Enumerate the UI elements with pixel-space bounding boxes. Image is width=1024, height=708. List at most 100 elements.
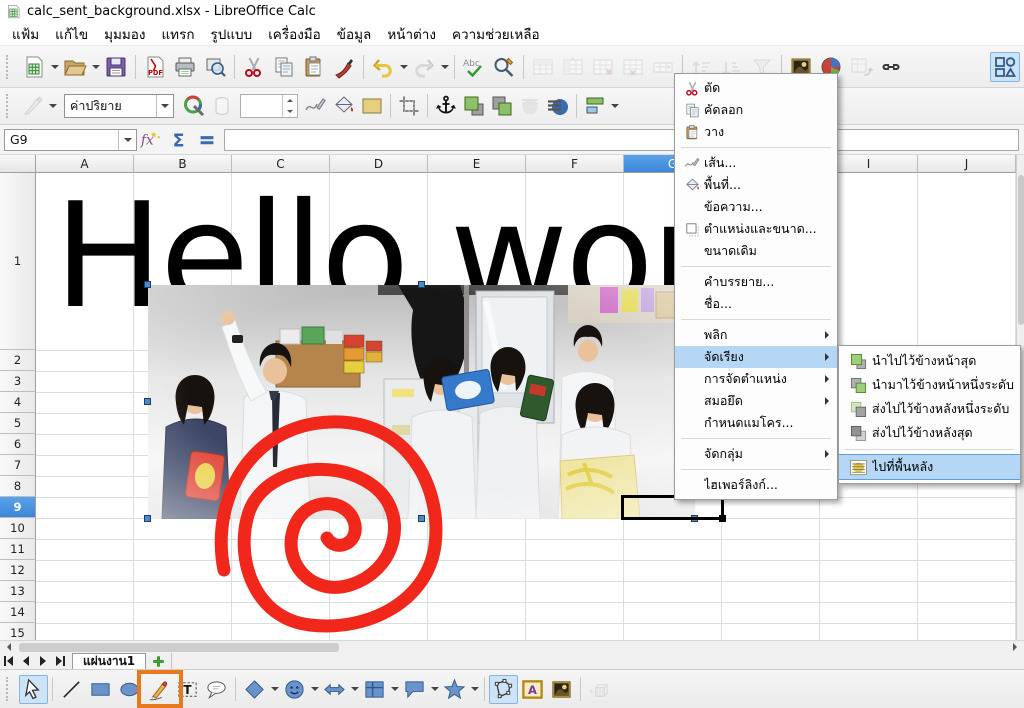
extrusion-button[interactable]	[585, 675, 614, 704]
horizontal-scrollbar-thumb[interactable]	[19, 643, 339, 652]
context-menu-item-7[interactable]: ขนาดเดิม	[675, 240, 837, 262]
ellipse-tool-button[interactable]	[115, 675, 144, 704]
horizontal-scrollbar[interactable]	[0, 640, 1024, 653]
column-header-D[interactable]: D	[330, 155, 428, 173]
insert-column-button[interactable]	[558, 52, 588, 82]
open-dropdown-icon[interactable]	[90, 52, 101, 82]
context-menu-item-0[interactable]: ตัด	[675, 77, 837, 99]
spin-up-icon[interactable]	[283, 95, 297, 106]
context-menu-item-12[interactable]: การจัดตำแหน่ง	[675, 368, 837, 390]
context-menu-item-3[interactable]: เส้น...	[675, 152, 837, 174]
bring-to-front-button[interactable]	[460, 92, 488, 120]
stars-dropdown-icon[interactable]	[469, 674, 480, 704]
row-header-7[interactable]: 7	[0, 455, 36, 476]
menu-1[interactable]: แก้ไข	[47, 21, 96, 47]
redo-dropdown-icon[interactable]	[439, 52, 450, 82]
crop-button[interactable]	[395, 92, 423, 120]
line-width-spinner[interactable]	[240, 94, 298, 118]
next-sheet-icon[interactable]	[34, 653, 51, 669]
column-header-J[interactable]: J	[918, 155, 1016, 173]
row-header-6[interactable]: 6	[0, 434, 36, 455]
name-box[interactable]: G9	[4, 129, 137, 151]
row-header-14[interactable]: 14	[0, 602, 36, 623]
context-menu-item-16[interactable]: ไฮเพอร์ลิงก์...	[675, 474, 837, 496]
basic-shapes-dropdown-icon[interactable]	[269, 674, 280, 704]
copy-button[interactable]	[269, 52, 299, 82]
fill-handle[interactable]	[719, 515, 726, 522]
arrange-submenu-item-2[interactable]: ส่งไปไว้ข้างหลังหนึ่งระดับ	[839, 397, 1020, 421]
new-document-button[interactable]	[19, 52, 49, 82]
insert-image-from-file-button[interactable]	[547, 675, 576, 704]
spelling-button[interactable]: Abc	[459, 52, 489, 82]
select-tool-button[interactable]	[19, 675, 48, 704]
line-style-button[interactable]	[19, 92, 47, 120]
arrange-submenu-item-0[interactable]: นำไปไว้ข้างหน้าสุด	[839, 349, 1020, 373]
context-menu-item-14[interactable]: กำหนดแมโคร...	[675, 412, 837, 434]
context-menu-item-5[interactable]: ข้อความ...	[675, 196, 837, 218]
callout-shapes-button[interactable]	[400, 675, 429, 704]
column-header-C[interactable]: C	[232, 155, 330, 173]
menu-3[interactable]: แทรก	[153, 21, 202, 47]
to-background-button[interactable]	[544, 92, 572, 120]
last-sheet-icon[interactable]	[51, 653, 68, 669]
context-menu-item-10[interactable]: พลิก	[675, 324, 837, 346]
context-menu-item-6[interactable]: ตำแหน่งและขนาด...	[675, 218, 837, 240]
bring-forward-button[interactable]	[488, 92, 516, 120]
insert-hyperlink-button[interactable]	[876, 52, 906, 82]
block-arrows-dropdown-icon[interactable]	[349, 674, 360, 704]
column-header-E[interactable]: E	[428, 155, 526, 173]
toolbar-grip[interactable]	[6, 55, 14, 79]
menu-7[interactable]: หน้าต่าง	[379, 21, 444, 47]
line-style-combobox[interactable]: ค่าปริยาย	[64, 94, 174, 118]
toolbar-grip[interactable]	[6, 94, 14, 118]
row-header-12[interactable]: 12	[0, 560, 36, 581]
arrange-submenu-item-1[interactable]: นำมาไว้ข้างหน้าหนึ่งระดับ	[839, 373, 1020, 397]
line-style-dropdown-icon[interactable]	[47, 91, 58, 121]
new-dropdown-icon[interactable]	[49, 52, 60, 82]
add-sheet-icon[interactable]	[146, 653, 172, 669]
block-arrows-button[interactable]	[320, 675, 349, 704]
inserted-photo[interactable]	[148, 285, 695, 519]
menu-6[interactable]: ข้อมูล	[329, 21, 380, 47]
delete-column-button[interactable]	[618, 52, 648, 82]
undo-dropdown-icon[interactable]	[398, 52, 409, 82]
delete-row-button[interactable]	[588, 52, 618, 82]
print-preview-button[interactable]	[200, 52, 230, 82]
row-header-9[interactable]: 9	[0, 497, 36, 518]
anchor-button[interactable]	[432, 92, 460, 120]
name-box-dropdown-icon[interactable]	[118, 130, 136, 150]
formula-input[interactable]	[224, 129, 1019, 151]
undo-button[interactable]	[368, 52, 398, 82]
equals-button[interactable]	[193, 127, 221, 153]
row-header-4[interactable]: 4	[0, 392, 36, 413]
stars-button[interactable]	[440, 675, 469, 704]
line-style-combobox-arrow-icon[interactable]	[156, 95, 173, 117]
export-pdf-button[interactable]: PDF	[140, 52, 170, 82]
first-sheet-icon[interactable]	[0, 653, 17, 669]
previous-sheet-icon[interactable]	[17, 653, 34, 669]
row-header-13[interactable]: 13	[0, 581, 36, 602]
selection-handle-6[interactable]	[418, 515, 425, 522]
vertical-scrollbar-thumb[interactable]	[1018, 175, 1024, 325]
context-menu-item-13[interactable]: สมอยึด	[675, 390, 837, 412]
context-menu-item-15[interactable]: จัดกลุ่ม	[675, 443, 837, 465]
row-header-5[interactable]: 5	[0, 413, 36, 434]
save-button[interactable]	[101, 52, 131, 82]
sum-button[interactable]: Σ	[165, 127, 193, 153]
menu-8[interactable]: ความช่วยเหลือ	[444, 21, 548, 47]
context-menu-item-1[interactable]: คัดลอก	[675, 99, 837, 121]
row-header-1[interactable]: 1	[0, 173, 36, 350]
function-wizard-button[interactable]: fx	[137, 127, 165, 153]
symbol-shapes-dropdown-icon[interactable]	[309, 674, 320, 704]
menu-5[interactable]: เครื่องมือ	[260, 21, 329, 47]
send-backward-button[interactable]	[516, 92, 544, 120]
freeform-line-tool-button[interactable]	[144, 675, 173, 704]
selection-handle-5[interactable]	[144, 515, 151, 522]
open-button[interactable]	[60, 52, 90, 82]
basic-shapes-button[interactable]	[240, 675, 269, 704]
redo-button[interactable]	[409, 52, 439, 82]
show-draw-functions-button[interactable]	[990, 52, 1020, 82]
context-menu-item-11[interactable]: จัดเรียง	[675, 346, 837, 368]
row-header-11[interactable]: 11	[0, 539, 36, 560]
align-dropdown-icon[interactable]	[609, 91, 620, 121]
